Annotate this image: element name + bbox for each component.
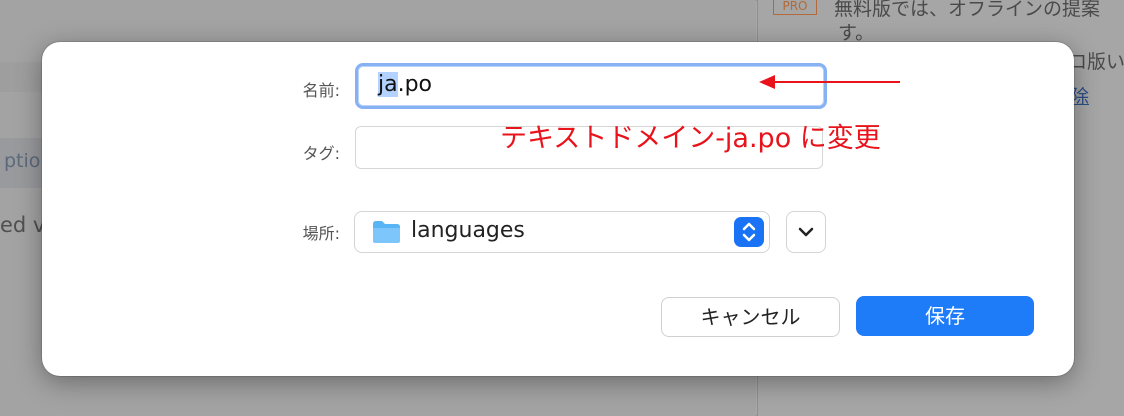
name-input-value[interactable]: ja.po <box>378 72 432 97</box>
location-select[interactable]: languages <box>354 211 770 253</box>
place-label: 場所: <box>302 224 340 243</box>
annotation-arrow-icon <box>759 75 900 89</box>
background-tab-label: ptio <box>4 150 41 172</box>
name-rest: .po <box>397 72 433 97</box>
tag-label: タグ: <box>302 144 340 163</box>
folder-icon <box>373 221 400 243</box>
background-right-line3: ロ版い <box>1068 51 1124 73</box>
chevron-down-icon <box>798 227 814 237</box>
save-dialog: 名前: ja.po タグ: テキストドメイン-ja.po に変更 場所: lan… <box>42 42 1074 376</box>
save-button[interactable]: 保存 <box>856 296 1034 336</box>
cancel-button[interactable]: キャンセル <box>661 297 840 337</box>
up-down-chevron-icon[interactable] <box>734 217 764 247</box>
background-text: ed v <box>0 213 46 237</box>
annotation-text: テキストドメイン-ja.po に変更 <box>500 123 881 154</box>
name-selection: ja <box>378 72 398 97</box>
name-label: 名前: <box>302 81 340 100</box>
location-value: languages <box>411 218 525 243</box>
pro-badge: PRO <box>773 0 817 15</box>
expand-dialog-button[interactable] <box>786 211 826 253</box>
background-right-line2: す。 <box>838 22 875 44</box>
